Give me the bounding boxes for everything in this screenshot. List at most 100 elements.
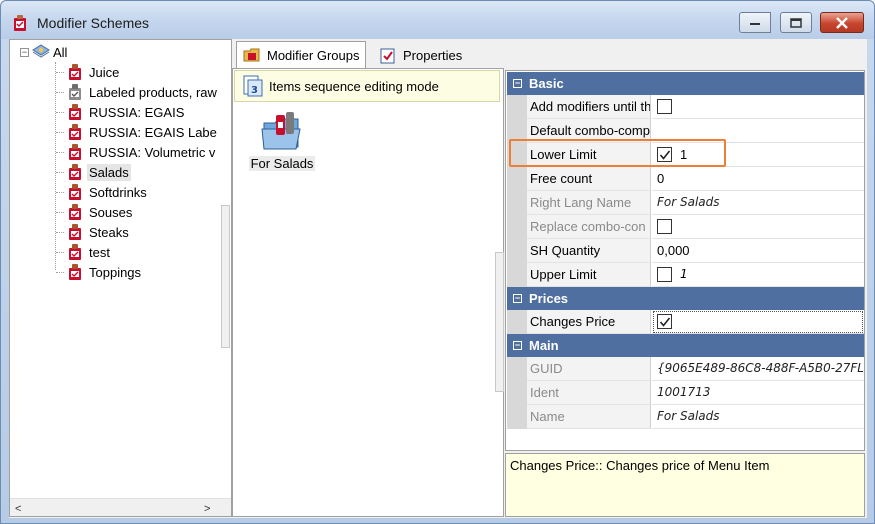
sequence-icon: 3 [243, 75, 263, 97]
property-value: 0,000 [657, 243, 690, 258]
group-folder-icon [261, 112, 301, 150]
category-label: Basic [529, 76, 564, 91]
sequence-mode-button[interactable]: 3 Items sequence editing mode [234, 70, 500, 102]
modifier-scheme-icon [69, 224, 81, 240]
property-checkbox[interactable] [657, 147, 672, 162]
modifier-scheme-icon [69, 124, 81, 140]
property-name: Replace combo-con [527, 215, 651, 239]
category-collapse-icon[interactable]: − [513, 341, 522, 350]
close-button[interactable] [820, 12, 864, 33]
tree-item[interactable]: RUSSIA: Volumetric v [56, 142, 219, 162]
property-value: 0 [657, 171, 665, 186]
tree-item[interactable]: Souses [56, 202, 219, 222]
tree-root-label: All [53, 44, 68, 60]
tab-label: Modifier Groups [267, 47, 360, 63]
property-value-cell[interactable]: 0 [652, 167, 864, 191]
property-row-name[interactable]: Name For Salads [507, 405, 864, 429]
property-value-cell[interactable]: 1 [652, 263, 864, 287]
tree-root-item[interactable]: − All [20, 43, 67, 61]
tree-item-label: RUSSIA: Volumetric v [89, 144, 216, 160]
property-value-cell[interactable]: 1001713 [652, 381, 864, 405]
property-name: Lower Limit [527, 143, 651, 167]
tree-item[interactable]: Steaks [56, 222, 219, 242]
property-row-free-count[interactable]: Free count 0 [507, 167, 864, 191]
description-text: Changes Price:: Changes price of Menu It… [510, 458, 770, 473]
tree-branch-line [56, 71, 64, 73]
tree-branch-line [56, 231, 64, 233]
tree-item[interactable]: RUSSIA: EGAIS [56, 102, 219, 122]
property-value-cell[interactable]: 1 [652, 143, 864, 167]
properties-icon [380, 48, 395, 63]
scroll-right-icon[interactable]: > [204, 503, 210, 515]
tree-branch-line [56, 251, 64, 253]
property-row-changes-price[interactable]: Changes Price [507, 310, 864, 334]
app-icon [14, 15, 26, 31]
row-gutter [507, 143, 527, 167]
property-row-add-modifiers-until-th[interactable]: Add modifiers until th [507, 95, 864, 119]
collapse-toggle[interactable]: − [20, 47, 29, 57]
category-main[interactable]: − Main [507, 334, 864, 357]
property-checkbox[interactable] [657, 267, 672, 282]
property-value-cell[interactable] [652, 119, 864, 143]
tree-item[interactable]: Juice [56, 62, 219, 82]
property-name: Ident [527, 381, 651, 405]
scheme-tree[interactable]: − All Juice Labeled products, raw RUSSIA: … [9, 39, 232, 517]
property-row-ident[interactable]: Ident 1001713 [507, 381, 864, 405]
property-value-cell[interactable]: For Salads [652, 405, 864, 429]
tree-item[interactable]: Toppings [56, 262, 219, 282]
property-row-sh-quantity[interactable]: SH Quantity 0,000 [507, 239, 864, 263]
property-row-replace-combo-con[interactable]: Replace combo-con [507, 215, 864, 239]
modifier-groups-icon [243, 48, 260, 62]
scroll-left-icon[interactable]: < [15, 503, 21, 515]
property-row-right-lang-name[interactable]: Right Lang Name For Salads [507, 191, 864, 215]
property-value: 1 [680, 147, 688, 162]
category-label: Main [529, 338, 559, 353]
tree-item[interactable]: test [56, 242, 219, 262]
property-checkbox[interactable] [657, 219, 672, 234]
center-splitter[interactable] [495, 252, 504, 392]
property-value-cell[interactable]: 0,000 [652, 239, 864, 263]
property-grid: − Basic Add modifiers until th Default comb… [505, 70, 865, 451]
property-checkbox[interactable] [657, 314, 672, 329]
tree-splitter[interactable] [221, 205, 230, 348]
tree-horizontal-scrollbar[interactable]: < > [10, 498, 231, 516]
category-basic[interactable]: − Basic [507, 72, 864, 95]
property-value-cell[interactable] [652, 215, 864, 239]
property-value: 1 [680, 267, 688, 281]
property-value-cell[interactable]: {9065E489-86C8-488F-A5B0-27FL [652, 357, 864, 381]
category-prices[interactable]: − Prices [507, 287, 864, 310]
property-row-upper-limit[interactable]: Upper Limit 1 [507, 263, 864, 287]
tree-item[interactable]: Salads [56, 162, 219, 182]
tree-item-label: Softdrinks [89, 184, 147, 200]
property-row-guid[interactable]: GUID {9065E489-86C8-488F-A5B0-27FL [507, 357, 864, 381]
tree-item-label: RUSSIA: EGAIS [89, 104, 185, 120]
maximize-button[interactable] [780, 12, 812, 33]
tree-items: Juice Labeled products, raw RUSSIA: EGAIS R… [56, 62, 219, 282]
category-collapse-icon[interactable]: − [513, 294, 522, 303]
modifier-group-item[interactable]: For Salads [247, 109, 317, 171]
property-row-lower-limit[interactable]: Lower Limit 1 [507, 143, 864, 167]
tab-properties[interactable]: Properties [373, 43, 468, 68]
property-value-cell[interactable] [652, 310, 864, 334]
row-gutter [507, 381, 527, 405]
tree-item[interactable]: RUSSIA: EGAIS Labe [56, 122, 219, 142]
tree-item-label: Labeled products, raw [89, 84, 217, 100]
tree-item[interactable]: Labeled products, raw [56, 82, 219, 102]
property-value-cell[interactable] [652, 95, 864, 119]
property-checkbox[interactable] [657, 99, 672, 114]
title-bar[interactable]: Modifier Schemes [1, 1, 874, 39]
row-gutter [507, 239, 527, 263]
row-gutter [507, 310, 527, 334]
tab-modifier-groups[interactable]: Modifier Groups [236, 41, 367, 68]
property-value-cell[interactable]: For Salads [652, 191, 864, 215]
modifier-scheme-icon [69, 104, 81, 120]
tree-branch-line [56, 191, 64, 193]
property-name: Changes Price [527, 310, 651, 334]
check-icon [659, 150, 671, 160]
row-gutter [507, 215, 527, 239]
tree-branch-line [56, 211, 64, 213]
tree-item[interactable]: Softdrinks [56, 182, 219, 202]
category-collapse-icon[interactable]: − [513, 79, 522, 88]
minimize-button[interactable] [739, 12, 771, 33]
property-row-default-combo-comp[interactable]: Default combo-comp [507, 119, 864, 143]
